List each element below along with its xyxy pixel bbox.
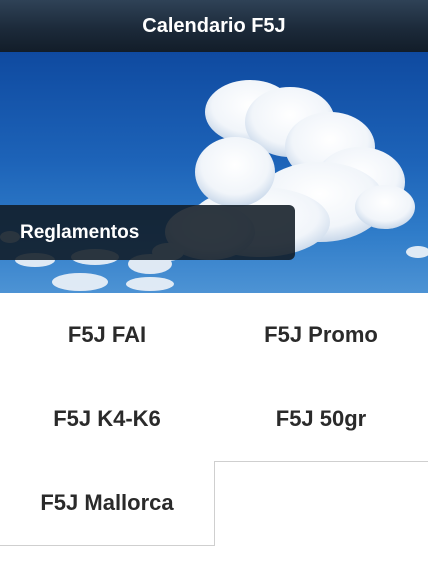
- menu-item-f5j-mallorca[interactable]: F5J Mallorca: [0, 461, 215, 546]
- menu-item-f5j-promo[interactable]: F5J Promo: [214, 293, 428, 378]
- menu-item-f5j-50gr[interactable]: F5J 50gr: [214, 377, 428, 462]
- menu-item-label: F5J FAI: [67, 322, 147, 347]
- menu-item-label: F5J Promo: [264, 322, 378, 347]
- menu-grid: F5J FAI F5J Promo F5J K4-K6 F5J 50gr F5J…: [0, 293, 428, 546]
- reglamentos-banner[interactable]: Reglamentos: [0, 205, 295, 260]
- app-title-bar: Calendario F5J: [0, 0, 428, 52]
- menu-item-f5j-fai[interactable]: F5J FAI: [0, 293, 215, 378]
- reglamentos-label: Reglamentos: [20, 221, 140, 243]
- hero-sky-image: Reglamentos: [0, 52, 428, 293]
- menu-item-label: F5J Mallorca: [40, 490, 174, 515]
- menu-item-label: F5J K4-K6: [53, 406, 161, 431]
- menu-item-f5j-k4-k6[interactable]: F5J K4-K6: [0, 377, 215, 462]
- menu-item-label: F5J 50gr: [275, 406, 367, 431]
- app-title: Calendario F5J: [142, 14, 286, 37]
